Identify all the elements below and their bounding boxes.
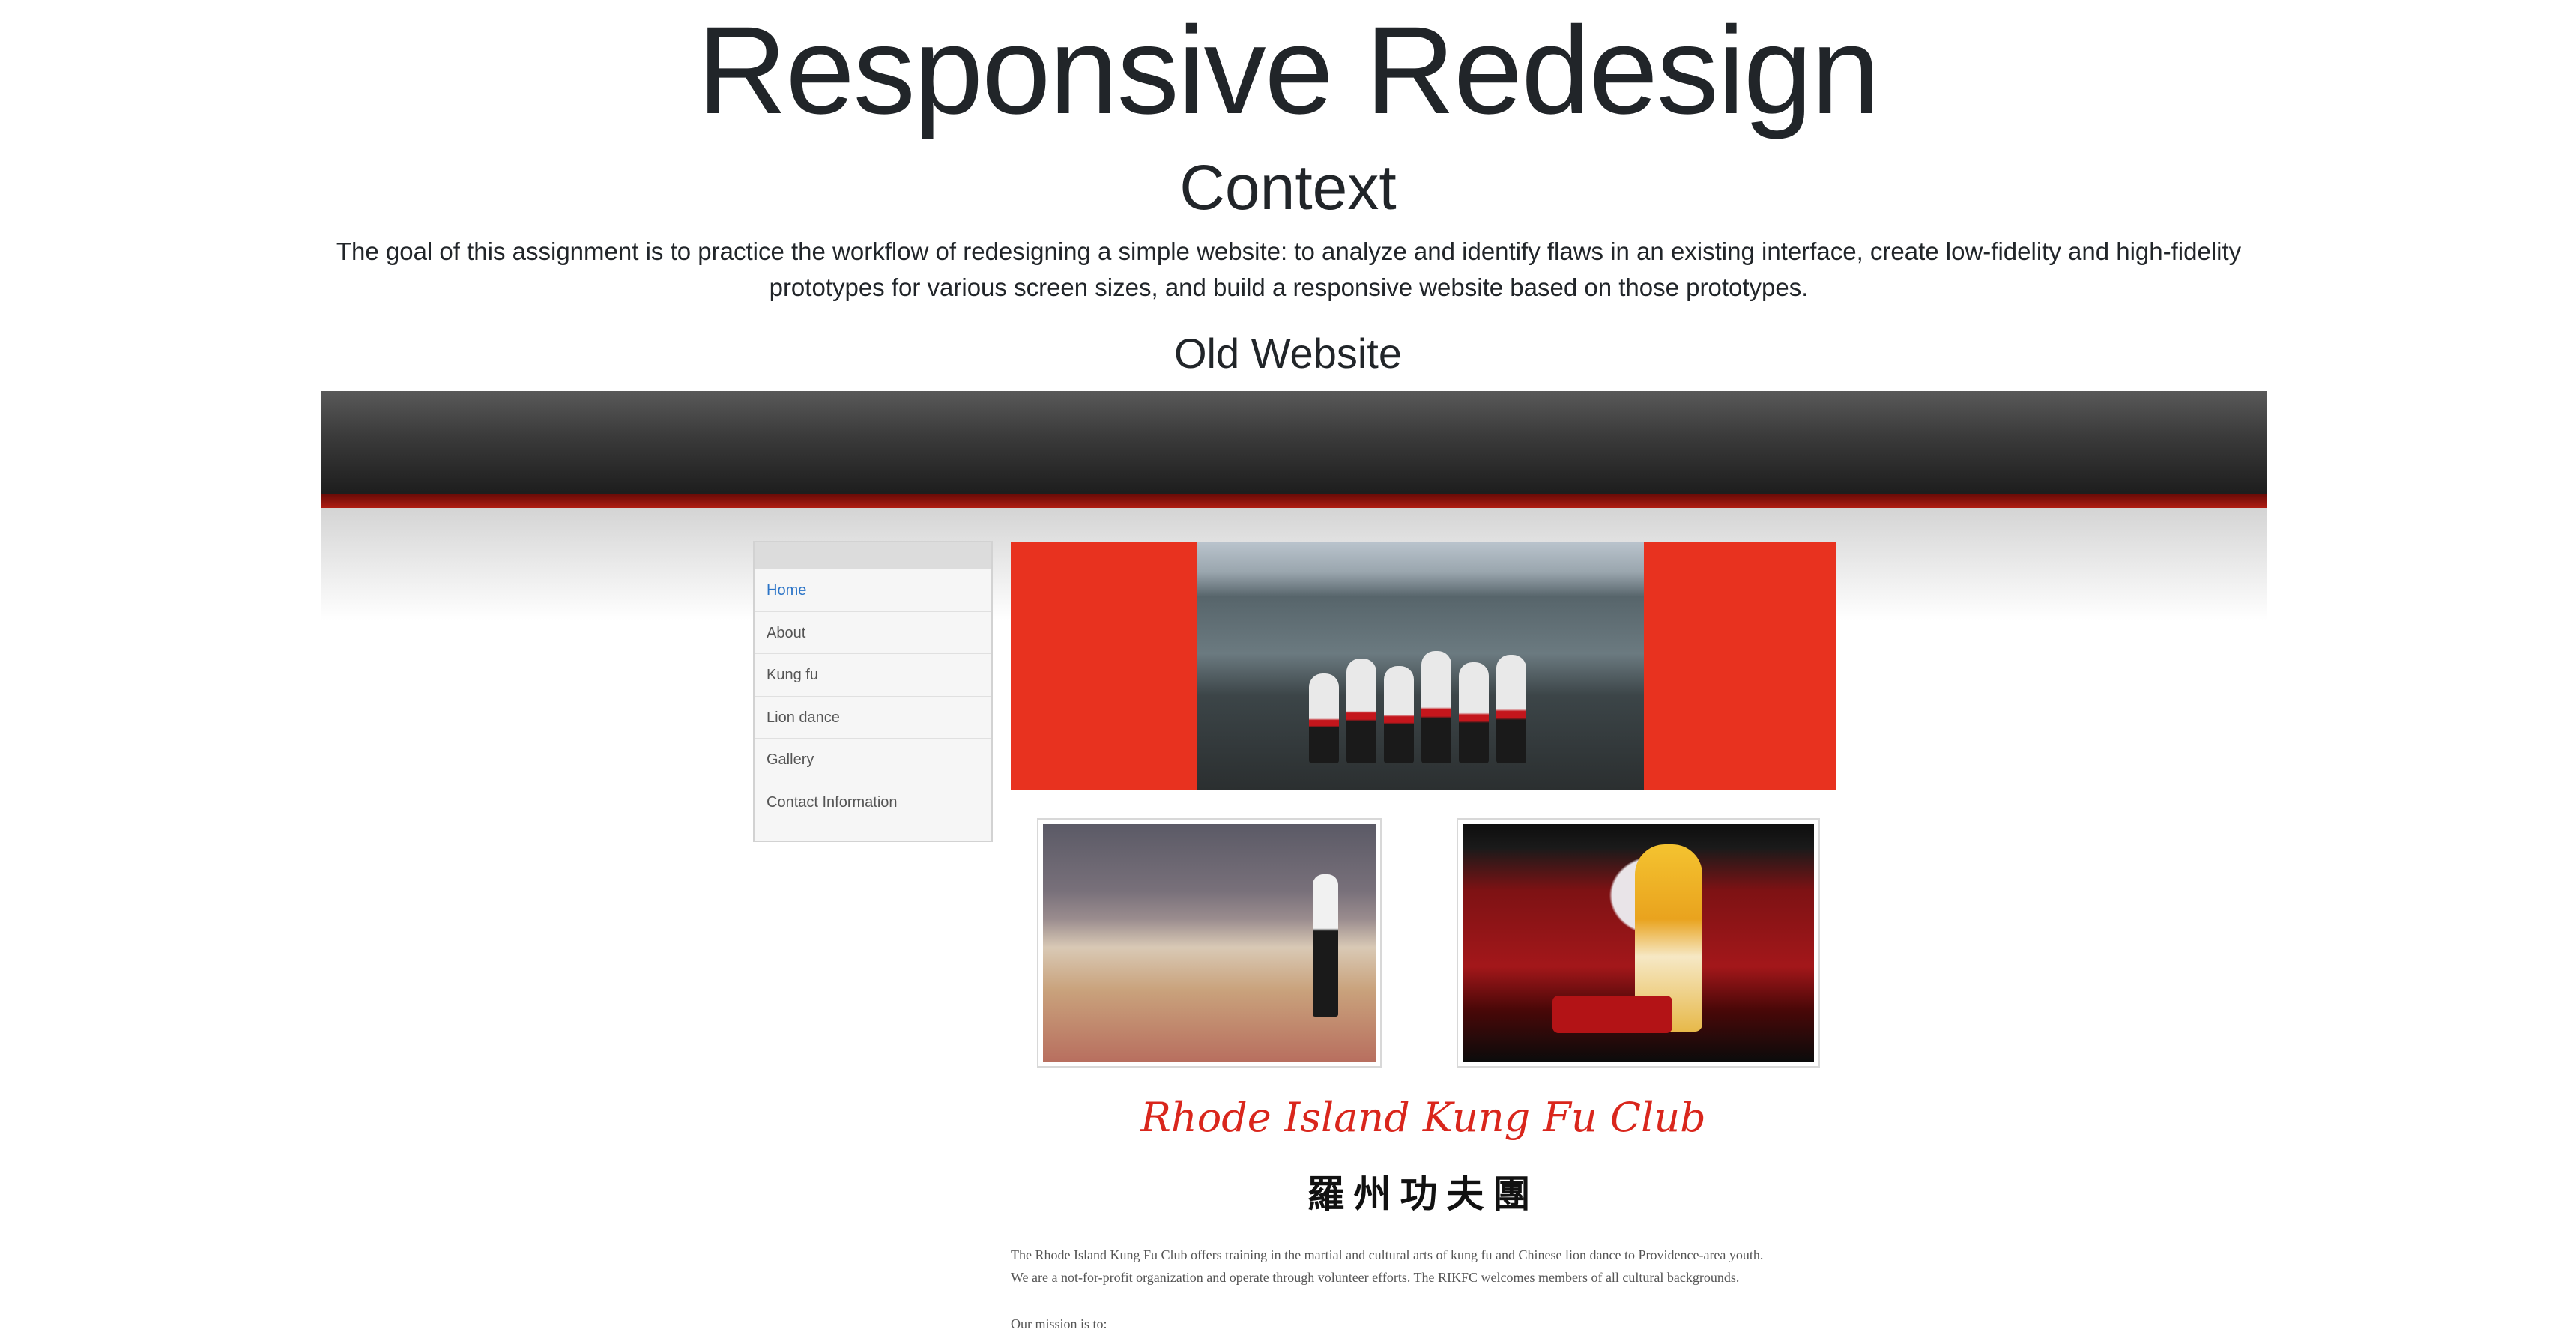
- nav-item-lion-dance[interactable]: Lion dance: [755, 697, 991, 739]
- context-paragraph: The goal of this assignment is to practi…: [336, 237, 2242, 301]
- club-chinese-name: 羅州功夫團: [1307, 1172, 1540, 1216]
- hero-group-photo: [1197, 542, 1644, 790]
- kung-fu-demo-photo: [1037, 818, 1382, 1068]
- lion-dance-photo: [1457, 818, 1820, 1068]
- old-website-screenshot: Home About Kung fu Lion dance Gallery Co…: [321, 391, 2267, 1341]
- context-heading: Context: [1179, 152, 1397, 223]
- nav-item-home[interactable]: Home: [755, 569, 991, 612]
- old-website-heading: Old Website: [1174, 330, 1402, 377]
- club-description: The Rhode Island Kung Fu Club offers tra…: [1011, 1244, 1836, 1289]
- club-title: Rhode Island Kung Fu Club: [1140, 1094, 1706, 1141]
- nav-item-kung-fu[interactable]: Kung fu: [755, 654, 991, 697]
- performer-figure: [1313, 874, 1338, 1017]
- old-site-header-bar: [321, 391, 2267, 494]
- nav-item-about[interactable]: About: [755, 612, 991, 654]
- drum-figure: [1552, 996, 1672, 1033]
- club-description-line-1: The Rhode Island Kung Fu Club offers tra…: [1011, 1247, 1764, 1262]
- hero-group-figures: [1309, 614, 1534, 763]
- nav-item-gallery[interactable]: Gallery: [755, 739, 991, 781]
- old-site-red-stripe: [321, 494, 2267, 508]
- old-site-nav-header: [755, 542, 991, 569]
- old-site-hero-banner: [1011, 542, 1836, 790]
- club-mission-intro: Our mission is to:: [1011, 1316, 1107, 1331]
- old-site-sidebar-nav: Home About Kung fu Lion dance Gallery Co…: [753, 541, 993, 842]
- page-title: Responsive Redesign: [697, 1, 1881, 140]
- club-description-line-2: We are a not-for-profit organization and…: [1011, 1270, 1740, 1285]
- nav-item-contact-information[interactable]: Contact Information: [755, 781, 991, 823]
- page: Responsive Redesign Context The goal of …: [0, 0, 2576, 1341]
